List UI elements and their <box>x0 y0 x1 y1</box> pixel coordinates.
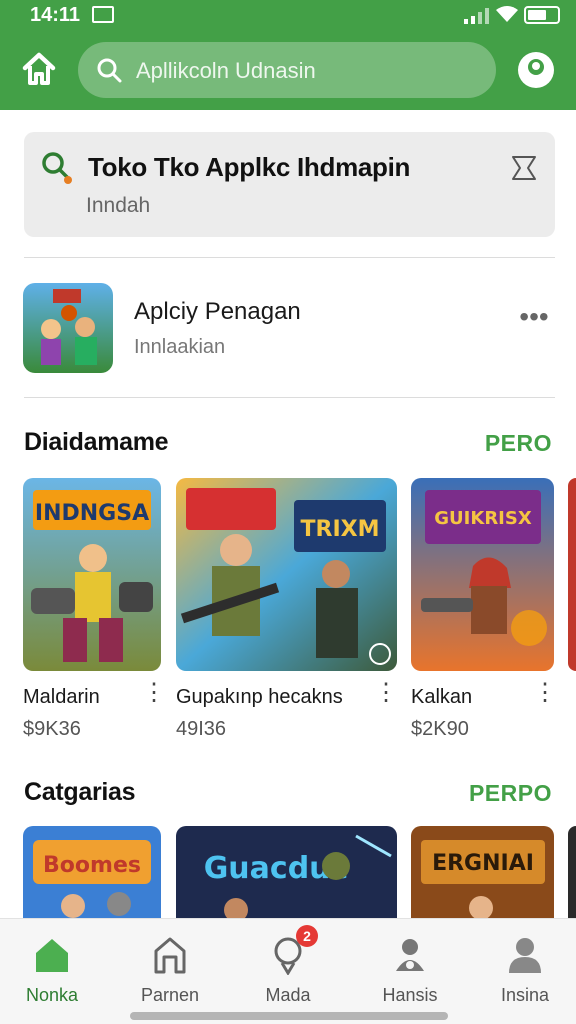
home-icon <box>36 939 68 972</box>
app-subtitle: Innlaakian <box>134 336 226 358</box>
nav-label: Nonka <box>25 985 79 1005</box>
game-price: $9K36 <box>23 718 81 740</box>
notification-badge: 2 <box>296 925 318 947</box>
game-name: Gupakınp hecakns <box>176 686 343 708</box>
section-title: Catgarias <box>24 778 136 806</box>
search-discover-icon <box>42 152 72 184</box>
nav-item-hansis[interactable]: Hansis <box>352 919 468 1019</box>
nav-item-account[interactable]: Insina <box>467 919 576 1019</box>
game-price: 49I36 <box>176 718 227 740</box>
app-icon <box>23 283 113 373</box>
account-icon[interactable] <box>516 50 556 90</box>
promo-title: Toko Tko Applkc Ihdmapin <box>88 152 411 182</box>
game-art: TRIXM <box>176 478 397 671</box>
svg-text:GUIKRISX: GUIKRISX <box>434 508 532 529</box>
nav-label: Mada <box>265 985 311 1005</box>
app-name: Aplciy Penagan <box>134 298 301 325</box>
game-art: INDNGSA <box>23 478 161 671</box>
search-bar[interactable]: Apllikcoln Udnasin <box>78 42 496 98</box>
category-card[interactable]: Guacduc <box>176 826 397 926</box>
divider <box>24 397 555 398</box>
nav-item-home[interactable]: Nonka <box>0 919 110 1019</box>
bottom-navigation: Nonka Parnen 2 Mada Hansis Insina <box>0 918 576 1024</box>
status-time: 14:11 <box>30 4 81 26</box>
section-more-link[interactable]: PERO <box>485 430 552 457</box>
battery-icon <box>524 6 560 24</box>
svg-text:Boomes: Boomes <box>43 853 141 878</box>
section-title: Diaidamame <box>24 428 169 456</box>
game-art <box>568 478 576 671</box>
signal-icon <box>464 8 489 24</box>
top-app-bar: 14:11 Apllikcoln Udnasin <box>0 0 576 110</box>
bookmark-icon[interactable] <box>510 154 538 182</box>
nav-item-apps[interactable]: Parnen <box>112 919 228 1019</box>
wifi-icon <box>496 6 518 22</box>
category-card-partial[interactable] <box>568 826 576 926</box>
section-more-link[interactable]: PERPO <box>469 780 552 807</box>
promo-banner[interactable]: Toko Tko Applkc Ihdmapin Inndah <box>24 132 555 237</box>
game-price: $2K90 <box>411 718 469 740</box>
svg-text:INDNGSA: INDNGSA <box>35 501 149 526</box>
search-icon <box>97 58 122 83</box>
more-options-icon[interactable]: ••• <box>514 302 554 332</box>
search-placeholder: Apllikcoln Udnasin <box>136 58 316 83</box>
promo-subtitle: Inndah <box>86 194 151 217</box>
game-name: Kalkan <box>411 686 473 708</box>
more-options-icon[interactable]: ⋮ <box>142 681 166 722</box>
category-card[interactable]: Boomes <box>23 826 161 926</box>
nav-label: Insina <box>500 985 550 1005</box>
account-icon <box>509 938 541 973</box>
svg-text:ERGNIAI: ERGNIAI <box>432 851 534 876</box>
apps-icon <box>154 937 186 974</box>
more-options-icon[interactable]: ⋮ <box>533 681 557 722</box>
more-options-icon[interactable]: ⋮ <box>374 681 398 722</box>
nav-label: Parnen <box>140 985 200 1005</box>
nav-item-mada[interactable]: 2 Mada <box>230 919 346 1019</box>
gesture-home-bar[interactable] <box>130 1012 448 1020</box>
image-notification-icon <box>92 6 114 23</box>
status-bar: 14:11 <box>0 0 576 32</box>
game-name: Maldarin <box>23 686 100 708</box>
game-art: GUIKRISX <box>411 478 554 671</box>
nav-label: Hansis <box>382 985 438 1005</box>
category-card[interactable]: ERGNIAI <box>411 826 554 926</box>
home-icon[interactable] <box>22 52 56 86</box>
divider <box>24 257 555 258</box>
person-badge-icon <box>396 939 424 971</box>
svg-text:TRIXM: TRIXM <box>301 517 380 542</box>
